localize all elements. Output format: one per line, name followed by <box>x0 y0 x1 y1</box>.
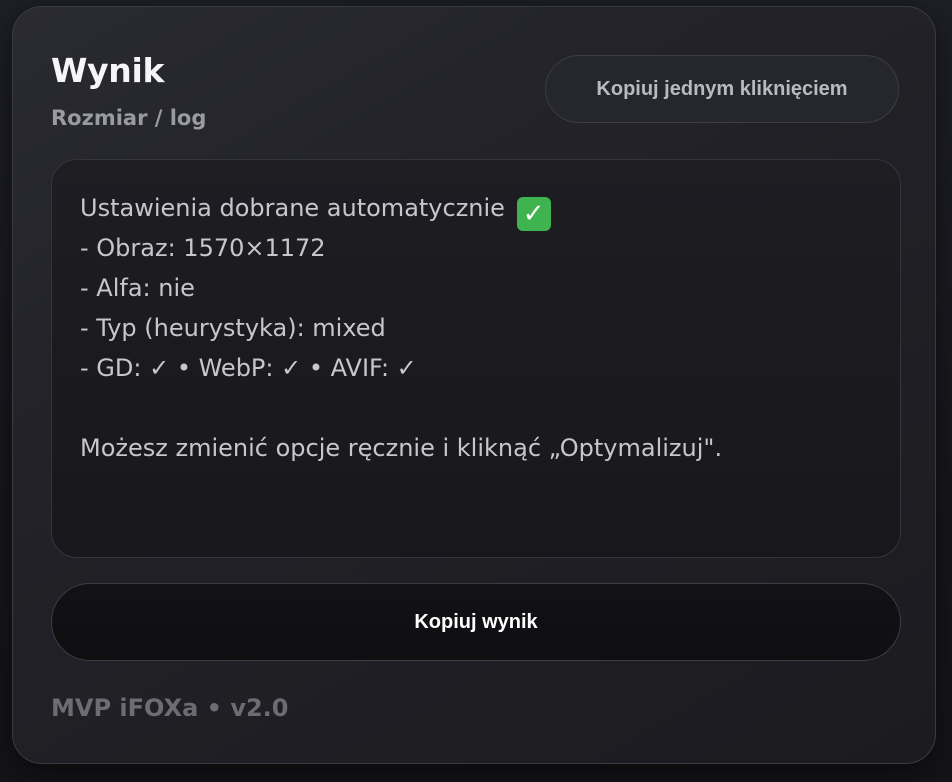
footer-version: MVP iFOXa • v2.0 <box>51 694 289 722</box>
copy-one-click-button[interactable]: Kopiuj jednym kliknięciem <box>545 55 899 123</box>
output-line: Możesz zmienić opcje ręcznie i kliknąć „… <box>80 434 723 462</box>
output-line: - Typ (heurystyka): mixed <box>80 314 386 342</box>
output-line: Ustawienia dobrane automatycznie ✓ <box>80 188 872 231</box>
result-output[interactable]: Ustawienia dobrane automatycznie ✓ - Obr… <box>51 159 901 558</box>
output-line-text: Ustawienia dobrane automatycznie <box>80 194 505 222</box>
output-line: - GD: ✓ • WebP: ✓ • AVIF: ✓ <box>80 354 417 382</box>
copy-result-button[interactable]: Kopiuj wynik <box>51 583 901 661</box>
card-title: Wynik <box>51 51 165 90</box>
result-card: Wynik Rozmiar / log Kopiuj jednym klikni… <box>12 6 936 764</box>
output-line: - Obraz: 1570×1172 <box>80 234 326 262</box>
check-mark-icon: ✓ <box>516 197 551 231</box>
output-line: - Alfa: nie <box>80 274 195 302</box>
card-subtitle: Rozmiar / log <box>51 106 207 130</box>
page: Wynik Rozmiar / log Kopiuj jednym klikni… <box>0 0 952 782</box>
